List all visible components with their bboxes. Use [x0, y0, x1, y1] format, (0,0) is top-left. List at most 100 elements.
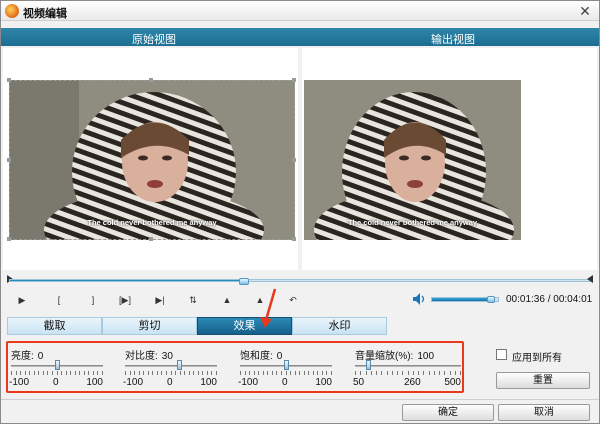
tick-mark: [286, 371, 287, 375]
next-frame-button[interactable]: ▶|: [151, 292, 169, 308]
tick-mark: [29, 371, 30, 375]
tick-mark: [184, 371, 185, 375]
volume-scale-value: 100: [417, 351, 435, 362]
close-button[interactable]: ✕: [577, 3, 593, 19]
tick-mark: [93, 371, 94, 375]
apply-all-label: 应用到所有: [512, 353, 562, 364]
tick-mark: [207, 371, 208, 375]
tick-mark: [317, 371, 318, 375]
view-header: 原始视图 输出视图: [1, 28, 599, 46]
annotation-arrow-icon: [260, 288, 277, 328]
tick-mark: [444, 371, 445, 375]
saturation-thumb[interactable]: [284, 360, 289, 370]
flip-vertical-button[interactable]: ⇅: [184, 292, 202, 308]
tick-mark: [125, 371, 126, 375]
tick-mark: [171, 371, 172, 375]
crop-handle[interactable]: [149, 237, 153, 241]
volume-scale-slider[interactable]: 音量缩放(%): 100 50 260 500: [353, 347, 461, 389]
brightness-value: 0: [37, 351, 44, 362]
timeline-track[interactable]: [9, 278, 591, 285]
contrast-scale: -100 0 100: [123, 377, 217, 389]
brightness-thumb[interactable]: [55, 360, 60, 370]
tick-mark: [157, 371, 158, 375]
tick-mark: [152, 371, 153, 375]
tick-mark: [143, 371, 144, 375]
volume-scale-thumb[interactable]: [366, 360, 371, 370]
tick-mark: [408, 371, 409, 375]
crop-handle[interactable]: [7, 237, 11, 241]
tick-mark: [392, 371, 393, 375]
timeline-slider[interactable]: [7, 275, 593, 286]
tick-mark: [84, 371, 85, 375]
tick-mark: [130, 371, 131, 375]
tick-mark: [439, 371, 440, 375]
output-view-panel: The cold never bothered me anyway: [302, 48, 597, 270]
tick-mark: [376, 371, 377, 375]
tab-crop[interactable]: 截取: [7, 317, 102, 335]
saturation-ticks: [240, 371, 332, 375]
mark-out-button[interactable]: ]: [84, 292, 102, 308]
cancel-button[interactable]: 取消: [498, 404, 590, 421]
tick-mark: [455, 371, 456, 375]
tick-mark: [61, 371, 62, 375]
crop-handle[interactable]: [292, 237, 296, 241]
scale-mid-label: 260: [404, 377, 421, 388]
tick-mark: [11, 371, 12, 375]
crop-handle[interactable]: [7, 78, 11, 82]
volume-slider[interactable]: [431, 296, 499, 303]
scale-mid-label: 0: [53, 377, 59, 388]
scale-max-label: 100: [315, 377, 332, 388]
ok-button[interactable]: 确定: [402, 404, 494, 421]
apply-all-checkbox[interactable]: [496, 349, 507, 360]
volume-level: [432, 298, 491, 301]
total-time: 00:04:01: [553, 294, 593, 305]
tab-cut[interactable]: 剪切: [102, 317, 197, 335]
saturation-value: 0: [276, 351, 283, 362]
tick-mark: [371, 371, 372, 375]
play-selection-button[interactable]: [▶]: [116, 292, 134, 308]
crop-frame[interactable]: [9, 80, 295, 240]
tick-mark: [193, 371, 194, 375]
tick-mark: [355, 371, 356, 375]
tick-mark: [211, 371, 212, 375]
undo-button[interactable]: ↶: [284, 292, 302, 308]
volume-thumb[interactable]: [487, 296, 495, 303]
crop-handle[interactable]: [7, 158, 11, 162]
scale-min-label: -100: [238, 377, 259, 388]
crop-handle[interactable]: [149, 78, 153, 82]
reset-button[interactable]: 重置: [496, 372, 590, 389]
timeline-progress: [10, 280, 244, 281]
volume-scale-ticks: [355, 371, 461, 375]
tick-mark: [276, 371, 277, 375]
crop-handle[interactable]: [292, 158, 296, 162]
tick-mark: [304, 371, 305, 375]
original-view-label: 原始视图: [132, 34, 176, 46]
contrast-thumb[interactable]: [177, 360, 182, 370]
volume-icon[interactable]: [412, 292, 426, 306]
contrast-value: 30: [161, 351, 173, 362]
brightness-ticks: [11, 371, 103, 375]
tick-mark: [198, 371, 199, 375]
window-title: 视频编辑: [23, 8, 67, 20]
tab-watermark[interactable]: 水印: [292, 317, 387, 335]
tick-mark: [79, 371, 80, 375]
timeline-thumb[interactable]: [239, 278, 249, 285]
crop-handle[interactable]: [292, 78, 296, 82]
mark-in-button[interactable]: [: [50, 292, 68, 308]
play-button[interactable]: ▶: [13, 292, 31, 308]
brightness-scale: -100 0 100: [9, 377, 103, 389]
tick-mark: [102, 371, 103, 375]
contrast-slider[interactable]: 对比度: 30 -100 0 100: [123, 347, 217, 389]
saturation-slider[interactable]: 饱和度: 0 -100 0 100: [238, 347, 332, 389]
tick-mark: [216, 371, 217, 375]
contrast-track[interactable]: [125, 365, 217, 367]
tick-mark: [97, 371, 98, 375]
tick-mark: [66, 371, 67, 375]
output-video-frame: The cold never bothered me anyway: [304, 80, 521, 240]
tick-mark: [299, 371, 300, 375]
tick-mark: [322, 371, 323, 375]
tick-mark: [423, 371, 424, 375]
flip-horizontal-button[interactable]: ▲: [218, 292, 236, 308]
tick-mark: [70, 371, 71, 375]
brightness-slider[interactable]: 亮度: 0 -100 0 100: [9, 347, 103, 389]
